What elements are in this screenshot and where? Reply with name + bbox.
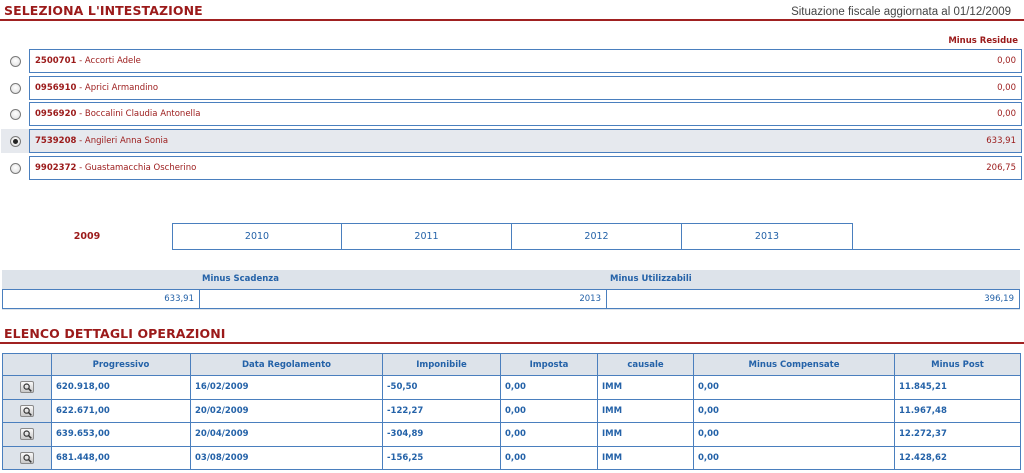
column-header[interactable]: Data Regolamento [190,353,383,376]
status-date: Situazione fiscale aggiornata al 01/12/2… [791,6,1011,18]
cell-causale: IMM [597,422,694,447]
account-row[interactable]: 9902372 - Guastamacchia Oscherino 206,75 [0,156,1022,180]
cell-imposta: 0,00 [500,445,598,470]
column-header[interactable]: Minus Compensate [693,353,895,376]
cell-imposta: 0,00 [500,375,598,400]
tab-2012[interactable]: 2012 [511,223,682,250]
account-radio[interactable] [9,82,21,94]
cell-minus-compensate: 0,00 [693,445,895,470]
account-name: - Accorti Adele [76,56,141,66]
table-row: 622.671,00 20/02/2009 -122,27 0,00 IMM 0… [2,398,1021,423]
account-minus-residue: 633,91 [986,136,1016,146]
cell-data-regolamento: 03/08/2009 [190,445,383,470]
cell-causale: IMM [597,445,694,470]
cell-minus-post: 12.272,37 [894,422,1021,447]
cell-imponibile: -50,50 [382,375,501,400]
cell-causale: IMM [597,398,694,423]
title-divider [0,19,1024,21]
minus-utilizzabili-label: Minus Utilizzabili [610,274,692,284]
account-row[interactable]: 2500701 - Accorti Adele 0,00 [0,49,1022,73]
minus-scadenza-label: Minus Scadenza [202,274,279,284]
account-code: 0956910 [35,83,77,93]
cell-imposta: 0,00 [500,398,598,423]
table-row: 620.918,00 16/02/2009 -50,50 0,00 IMM 0,… [2,375,1021,400]
account-code: 7539208 [35,136,77,146]
account-name: - Aprici Armandino [76,83,159,93]
tab-2009[interactable]: 2009 [2,223,172,250]
account-name: - Boccalini Claudia Antonella [76,109,201,119]
operations-table: Progressivo Data Regolamento Imponibile … [2,353,1021,470]
account-radio[interactable] [9,108,21,120]
cell-minus-post: 11.967,48 [894,398,1021,423]
account-minus-residue: 0,00 [997,83,1016,93]
account-row[interactable]: 0956910 - Aprici Armandino 0,00 [0,76,1022,100]
table-header-row: Progressivo Data Regolamento Imponibile … [2,353,1021,376]
scadenza-year-value: 2013 [199,289,607,309]
minus-scadenza-value: 633,91 [2,289,200,309]
cell-progressivo: 622.671,00 [51,398,191,423]
cell-progressivo: 620.918,00 [51,375,191,400]
account-radio[interactable] [9,162,21,174]
magnifier-icon[interactable] [20,451,34,464]
account-radio-checked[interactable] [9,135,21,147]
tab-2013[interactable]: 2013 [681,223,853,250]
minus-residue-header: Minus Residue [948,36,1018,46]
minus-utilizzabili-value: 396,19 [606,289,1020,309]
cell-data-regolamento: 20/04/2009 [190,422,383,447]
column-header[interactable]: Imposta [500,353,598,376]
cell-minus-post: 12.428,62 [894,445,1021,470]
account-code: 0956920 [35,109,77,119]
page-title: SELEZIONA L'INTESTAZIONE [4,3,203,18]
account-row[interactable]: 0956920 - Boccalini Claudia Antonella 0,0… [0,102,1022,126]
account-radio[interactable] [9,55,21,67]
details-divider [0,342,1024,344]
details-title: ELENCO DETTAGLI OPERAZIONI [4,326,226,341]
column-header[interactable]: Minus Post [894,353,1021,376]
cell-minus-compensate: 0,00 [693,375,895,400]
cell-imponibile: -304,89 [382,422,501,447]
account-name: - Angileri Anna Sonia [76,136,169,146]
account-code: 2500701 [35,56,77,66]
magnifier-icon[interactable] [20,428,34,441]
cell-data-regolamento: 16/02/2009 [190,375,383,400]
year-tabs: 2009 2010 2011 2012 2013 [2,223,1020,250]
account-row-selected[interactable]: 7539208 - Angileri Anna Sonia 633,91 [0,129,1022,153]
cell-imposta: 0,00 [500,422,598,447]
cell-progressivo: 639.653,00 [51,422,191,447]
magnifier-icon[interactable] [20,404,34,417]
tab-baseline [852,249,1020,250]
cell-progressivo: 681.448,00 [51,445,191,470]
cell-data-regolamento: 20/02/2009 [190,398,383,423]
account-minus-residue: 206,75 [986,163,1016,173]
account-minus-residue: 0,00 [997,109,1016,119]
minus-summary: Minus Scadenza Minus Utilizzabili 633,91… [2,270,1020,310]
cell-minus-compensate: 0,00 [693,422,895,447]
column-header[interactable]: Imponibile [382,353,501,376]
cell-minus-compensate: 0,00 [693,398,895,423]
tab-2011[interactable]: 2011 [341,223,512,250]
account-name: - Guastamacchia Oscherino [76,163,197,173]
table-row: 639.653,00 20/04/2009 -304,89 0,00 IMM 0… [2,422,1021,447]
column-header-icon [2,353,52,376]
table-row: 681.448,00 03/08/2009 -156,25 0,00 IMM 0… [2,445,1021,470]
cell-imponibile: -122,27 [382,398,501,423]
column-header[interactable]: causale [597,353,694,376]
account-minus-residue: 0,00 [997,56,1016,66]
tab-2010[interactable]: 2010 [172,223,342,250]
magnifier-icon[interactable] [20,381,34,394]
cell-causale: IMM [597,375,694,400]
account-code: 9902372 [35,163,77,173]
column-header[interactable]: Progressivo [51,353,191,376]
cell-minus-post: 11.845,21 [894,375,1021,400]
cell-imponibile: -156,25 [382,445,501,470]
